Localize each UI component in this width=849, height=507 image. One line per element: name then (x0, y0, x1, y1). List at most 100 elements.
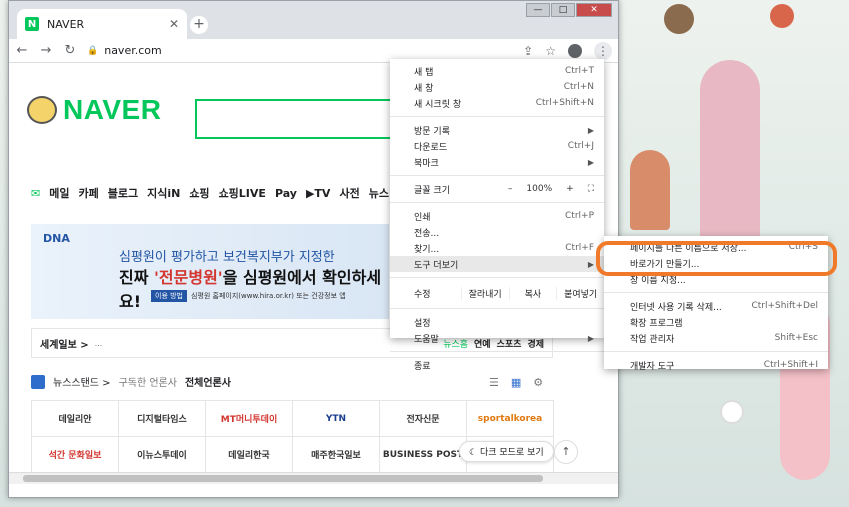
horizontal-scrollbar[interactable] (9, 472, 618, 484)
settings-gear-icon[interactable]: ⚙ (533, 376, 543, 389)
menu-settings[interactable]: 설정 (390, 314, 604, 330)
moon-icon: ☾ (469, 448, 478, 458)
banner-line-2b: '전문병원' (154, 268, 223, 287)
menu-more-tools[interactable]: 도구 더보기 ▶ (390, 256, 604, 272)
menu-shortcut: Shift+Esc (774, 333, 818, 343)
submenu-arrow-icon: ▶ (587, 125, 594, 135)
press-item[interactable]: 디지털타임스 (119, 401, 206, 437)
news-press[interactable]: 세계일보 > (40, 336, 89, 351)
service-blog[interactable]: 블로그 (108, 185, 138, 201)
service-news[interactable]: 뉴스 (369, 185, 389, 201)
close-window-button[interactable]: ✕ (576, 3, 612, 17)
newsstand-tools: ☰ ▦ ⚙ (489, 376, 543, 389)
menu-label: 도움말 (414, 334, 439, 345)
menu-separator (390, 116, 604, 117)
menu-history[interactable]: 방문 기록 ▶ (390, 122, 604, 138)
menu-exit[interactable]: 종료 (390, 357, 604, 373)
menu-separator (390, 202, 604, 203)
dark-mode-button[interactable]: ☾ 다크 모드로 보기 (459, 441, 554, 462)
press-item[interactable]: 데일리한국 (206, 437, 293, 473)
annotation-highlight (596, 241, 837, 276)
share-icon[interactable]: ⇪ (523, 44, 533, 58)
service-shopping-live[interactable]: 쇼핑LIVE (219, 185, 266, 201)
menu-label: 새 창 (414, 83, 434, 94)
close-tab-icon[interactable]: ✕ (169, 17, 179, 31)
banner-tag: 이용 방법 심평원 홈페이지(www.hira.or.kr) 또는 건강정보 앱 (151, 290, 346, 302)
menu-print[interactable]: 인쇄 Ctrl+P (390, 208, 604, 224)
fullscreen-icon[interactable]: ⛶ (588, 184, 594, 194)
service-mail[interactable]: 메일 (49, 185, 69, 201)
list-view-icon[interactable]: ☰ (489, 376, 499, 389)
naver-search-input[interactable] (195, 99, 395, 139)
menu-find[interactable]: 찾기... Ctrl+F (390, 240, 604, 256)
back-arrow-icon[interactable]: ← (15, 43, 29, 58)
press-item[interactable]: 이뉴스투데이 (119, 437, 206, 473)
newsstand-header: 뉴스스탠드 > 구독한 언론사 전체언론사 (31, 374, 231, 389)
chrome-main-menu: 새 탭 Ctrl+T 새 창 Ctrl+N 새 시크릿 창 Ctrl+Shift+N … (390, 59, 604, 372)
press-item[interactable]: 전자신문 (380, 401, 467, 437)
service-tv[interactable]: ▶TV (306, 187, 330, 200)
submenu-dev-tools[interactable]: 개발자 도구 Ctrl+Shift+I (604, 357, 828, 373)
title-bar: N NAVER ✕ + — □ ✕ (9, 1, 618, 39)
service-pay[interactable]: Pay (275, 187, 297, 200)
bookmark-star-icon[interactable]: ☆ (545, 44, 556, 58)
menu-new-tab[interactable]: 새 탭 Ctrl+T (390, 63, 604, 79)
new-tab-button[interactable]: + (190, 16, 208, 34)
tab-naver[interactable]: N NAVER ✕ (17, 9, 187, 39)
submenu-extensions[interactable]: 확장 프로그램 (604, 314, 828, 330)
cut-button[interactable]: 잘라내기 (460, 286, 509, 300)
subscribed-press-tab[interactable]: 구독한 언론사 (119, 374, 177, 389)
address-bar[interactable]: 🔒 naver.com (87, 44, 513, 57)
menu-bookmarks[interactable]: 북마크 ▶ (390, 154, 604, 170)
menu-downloads[interactable]: 다운로드 Ctrl+J (390, 138, 604, 154)
press-item[interactable]: 데일리안 (32, 401, 119, 437)
zoom-in-button[interactable]: + (566, 184, 574, 194)
service-cafe[interactable]: 카페 (78, 185, 98, 201)
press-item[interactable]: 석간 문화일보 (32, 437, 119, 473)
press-item[interactable]: sportalkorea (467, 401, 554, 437)
copy-button[interactable]: 복사 (508, 286, 557, 300)
submenu-task-manager[interactable]: 작업 관리자 Shift+Esc (604, 330, 828, 346)
naver-logo-area[interactable]: NAVER (27, 94, 161, 126)
service-shopping[interactable]: 쇼핑 (189, 185, 209, 201)
submenu-clear-history[interactable]: 인터넷 사용 기록 삭제... Ctrl+Shift+Del (604, 298, 828, 314)
press-item[interactable]: MT머니투데이 (206, 401, 293, 437)
all-press-tab[interactable]: 전체언론사 (185, 374, 231, 389)
menu-incognito[interactable]: 새 시크릿 창 Ctrl+Shift+N (390, 95, 604, 111)
menu-label: 방문 기록 (414, 126, 450, 137)
menu-new-window[interactable]: 새 창 Ctrl+N (390, 79, 604, 95)
submenu-arrow-icon: ▶ (587, 333, 594, 343)
menu-shortcut: Ctrl+N (563, 82, 594, 92)
menu-cast[interactable]: 전송... (390, 224, 604, 240)
scroll-top-button[interactable]: ↑ (554, 440, 578, 464)
banner-tag-text: 심평원 홈페이지(www.hira.or.kr) 또는 건강정보 앱 (191, 292, 346, 300)
window-controls: — □ ✕ (526, 3, 612, 17)
service-dict[interactable]: 사전 (339, 185, 359, 201)
menu-label: 도구 더보기 (414, 260, 459, 271)
tab-title: NAVER (47, 17, 85, 31)
zoom-out-button[interactable]: – (508, 184, 513, 194)
menu-help[interactable]: 도움말 ▶ (390, 330, 604, 346)
profile-avatar-icon[interactable] (568, 43, 582, 58)
menu-edit-row: 수정 잘라내기 복사 붙여넣기 (390, 283, 604, 303)
forward-arrow-icon[interactable]: → (39, 43, 53, 58)
press-item[interactable]: YTN (293, 401, 380, 437)
paste-button[interactable]: 붙여넣기 (556, 286, 604, 300)
service-kin[interactable]: 지식iN (147, 185, 180, 201)
minimize-button[interactable]: — (526, 3, 550, 17)
press-item[interactable]: 매주한국일보 (293, 437, 380, 473)
menu-separator (604, 351, 828, 352)
menu-label: 확장 프로그램 (630, 318, 683, 329)
newsstand-title[interactable]: 뉴스스탠드 > (53, 374, 111, 389)
chrome-menu-icon[interactable]: ⋮ (594, 41, 612, 60)
press-item[interactable]: BUSINESS POST (380, 437, 467, 473)
menu-label: 새 탭 (414, 67, 434, 78)
menu-separator (604, 292, 828, 293)
mail-icon: ✉ (31, 186, 41, 200)
maximize-button[interactable]: □ (551, 3, 575, 17)
ad-banner[interactable]: DNA 심평원이 평가하고 보건복지부가 지정한 진짜 '전문병원'을 심평원에… (31, 224, 389, 319)
reload-icon[interactable]: ↻ (63, 43, 77, 58)
grid-view-icon[interactable]: ▦ (511, 376, 521, 389)
scrollbar-thumb[interactable] (23, 475, 543, 482)
news-headline[interactable]: ... (95, 339, 438, 348)
